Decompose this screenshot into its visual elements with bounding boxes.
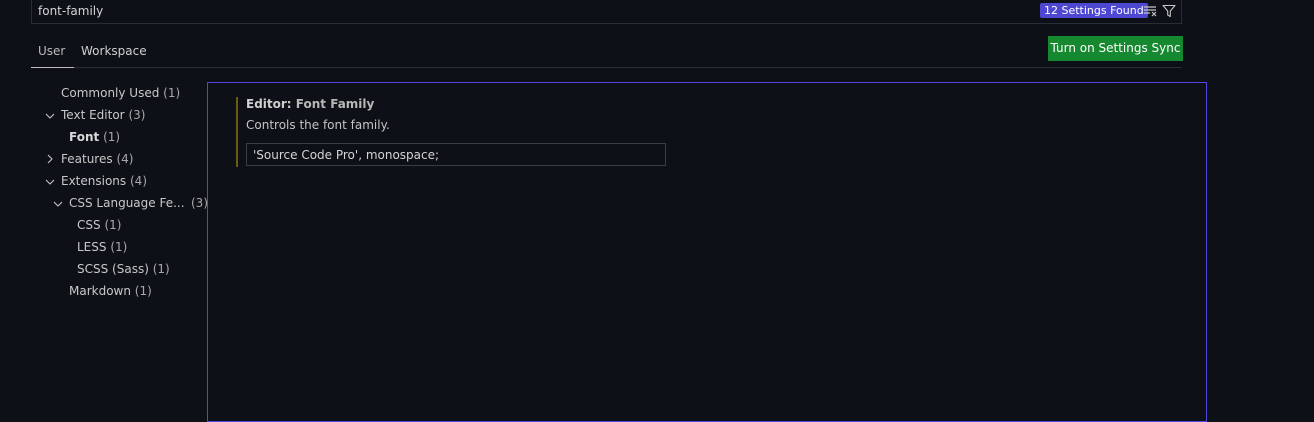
- toc-item-css[interactable]: CSS (1): [77, 214, 121, 236]
- tab-workspace[interactable]: Workspace: [81, 44, 147, 58]
- toc-item-less[interactable]: LESS (1): [77, 236, 127, 258]
- chevron-right-icon[interactable]: [45, 154, 55, 164]
- chevron-down-icon[interactable]: [53, 199, 63, 209]
- toc-item-commonly-used[interactable]: Commonly Used (1): [61, 82, 180, 104]
- settings-list-pane: Editor: Font Family Controls the font fa…: [207, 82, 1207, 422]
- font-family-input[interactable]: [246, 143, 666, 166]
- settings-search-bar: 12 Settings Found: [31, 0, 1182, 24]
- toc-item-count: (3): [191, 196, 208, 210]
- turn-on-settings-sync-button[interactable]: Turn on Settings Sync: [1048, 36, 1183, 61]
- clear-search-icon[interactable]: [1143, 5, 1157, 17]
- active-tab-indicator: [31, 67, 74, 68]
- settings-scope-tabs: User Workspace: [31, 38, 1182, 68]
- tab-user[interactable]: User: [38, 44, 65, 58]
- toc-item-scss[interactable]: SCSS (Sass) (1): [77, 258, 170, 280]
- results-count-badge: 12 Settings Found: [1040, 3, 1148, 18]
- toc-item-font[interactable]: Font (1): [69, 126, 120, 148]
- chevron-down-icon[interactable]: [45, 177, 55, 187]
- filter-icon[interactable]: [1162, 4, 1176, 18]
- toc-item-css-language-features[interactable]: CSS Language Fe...: [69, 192, 185, 214]
- toc-item-extensions[interactable]: Extensions (4): [61, 170, 147, 192]
- setting-description: Controls the font family.: [246, 118, 390, 132]
- toc-item-features[interactable]: Features (4): [61, 148, 133, 170]
- setting-item-font-family: Editor: Font Family Controls the font fa…: [236, 97, 938, 167]
- toc-item-text-editor[interactable]: Text Editor (3): [61, 104, 145, 126]
- settings-search-input[interactable]: [38, 2, 938, 20]
- setting-title: Editor: Font Family: [246, 97, 375, 111]
- toc-item-markdown[interactable]: Markdown (1): [69, 280, 152, 302]
- chevron-down-icon[interactable]: [45, 111, 55, 121]
